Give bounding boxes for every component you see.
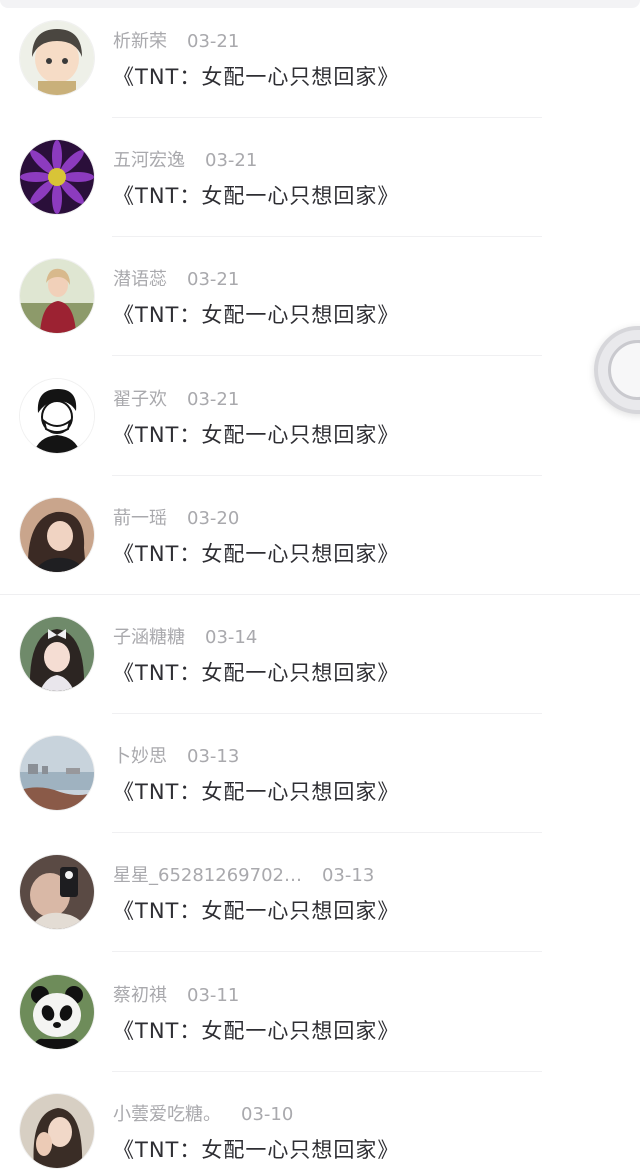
item-meta: 五河宏逸 03-21	[113, 149, 257, 173]
user-name[interactable]: 五河宏逸	[113, 150, 185, 171]
avatar[interactable]	[20, 497, 94, 572]
item-meta: 翟子欢 03-21	[113, 388, 239, 412]
girl-red-coat-avatar-icon	[20, 259, 94, 334]
panda-avatar-icon	[20, 974, 94, 1049]
item-meta: 葥一瑶 03-20	[113, 507, 239, 531]
book-title[interactable]: 《TNT：女配一心只想回家》	[113, 540, 399, 568]
user-name[interactable]: 翟子欢	[113, 389, 167, 410]
post-date: 03-13	[187, 746, 240, 768]
book-title[interactable]: 《TNT：女配一心只想回家》	[113, 182, 399, 210]
post-date: 03-11	[187, 984, 240, 1006]
avatar[interactable]	[20, 616, 94, 691]
list-item[interactable]: 小蕓爱吃糖。 03-10 《TNT：女配一心只想回家》	[0, 1073, 640, 1170]
list-item[interactable]: 葥一瑶 03-20 《TNT：女配一心只想回家》	[0, 477, 640, 596]
avatar[interactable]	[20, 974, 94, 1049]
item-meta: 子涵糖糖 03-14	[113, 626, 257, 650]
boy-anime-avatar-icon	[20, 21, 94, 95]
post-date: 03-21	[187, 388, 240, 410]
list-item[interactable]: 五河宏逸 03-21 《TNT：女配一心只想回家》	[0, 119, 640, 238]
user-name[interactable]: 子涵糖糖	[113, 627, 185, 648]
user-name[interactable]: 潜语蕊	[113, 269, 167, 290]
post-date: 03-20	[187, 507, 240, 529]
book-title[interactable]: 《TNT：女配一心只想回家》	[113, 778, 399, 806]
post-date: 03-21	[205, 150, 258, 172]
avatar[interactable]	[20, 21, 94, 95]
book-title[interactable]: 《TNT：女配一心只想回家》	[113, 421, 399, 449]
book-title[interactable]: 《TNT：女配一心只想回家》	[113, 659, 399, 687]
list-item[interactable]: 蔡初祺 03-11 《TNT：女配一心只想回家》	[0, 954, 640, 1073]
post-date: 03-14	[205, 626, 258, 648]
book-title[interactable]: 《TNT：女配一心只想回家》	[113, 301, 399, 329]
divider	[112, 712, 542, 714]
post-date: 03-13	[321, 865, 375, 887]
book-title[interactable]: 《TNT：女配一心只想回家》	[113, 897, 399, 925]
divider	[112, 474, 542, 476]
purple-flower-avatar-icon	[20, 140, 94, 215]
avatar[interactable]	[20, 855, 94, 930]
list-item[interactable]: 翟子欢 03-21 《TNT：女配一心只想回家》	[0, 358, 640, 477]
item-meta: 星星_65281269702… 03-13	[113, 864, 374, 888]
user-name[interactable]: 小蕓爱吃糖。	[113, 1104, 221, 1125]
avatar[interactable]	[20, 736, 94, 811]
avatar[interactable]	[20, 1093, 94, 1168]
item-meta: 小蕓爱吃糖。 03-10	[113, 1103, 293, 1127]
comment-list-page: 析新荣 03-21 《TNT：女配一心只想回家》 五河宏逸 03-21 《TNT…	[0, 0, 640, 1170]
divider	[0, 593, 640, 595]
book-title[interactable]: 《TNT：女配一心只想回家》	[113, 63, 399, 91]
item-meta: 潜语蕊 03-21	[113, 268, 239, 292]
seaside-avatar-icon	[20, 736, 94, 811]
girl-bow-avatar-icon	[20, 616, 94, 691]
avatar[interactable]	[20, 378, 94, 453]
selfie-avatar-icon	[20, 855, 94, 930]
post-date: 03-21	[187, 31, 240, 52]
divider	[112, 236, 542, 238]
smile-icon	[608, 340, 640, 400]
girl-portrait-avatar-icon	[20, 497, 94, 572]
user-name[interactable]: 析新荣	[113, 31, 167, 52]
masked-boy-avatar-icon	[20, 378, 94, 453]
user-name[interactable]: 蔡初祺	[113, 985, 167, 1006]
item-meta: 析新荣 03-21	[113, 30, 239, 54]
item-meta: 蔡初祺 03-11	[113, 984, 239, 1008]
avatar[interactable]	[20, 259, 94, 334]
avatar[interactable]	[20, 140, 94, 215]
book-title[interactable]: 《TNT：女配一心只想回家》	[113, 1136, 399, 1164]
divider	[112, 832, 542, 834]
user-name[interactable]: 葥一瑶	[113, 508, 167, 529]
post-date: 03-10	[241, 1103, 294, 1125]
list-item[interactable]: 子涵糖糖 03-14 《TNT：女配一心只想回家》	[0, 596, 640, 715]
user-name[interactable]: 星星_65281269702…	[113, 865, 302, 886]
divider	[112, 355, 542, 357]
list-item[interactable]: 潜语蕊 03-21 《TNT：女配一心只想回家》	[0, 238, 640, 357]
item-meta: 卜妙思 03-13	[113, 745, 239, 769]
user-list: 析新荣 03-21 《TNT：女配一心只想回家》 五河宏逸 03-21 《TNT…	[0, 0, 640, 1170]
divider	[112, 951, 542, 953]
book-title[interactable]: 《TNT：女配一心只想回家》	[113, 1017, 399, 1045]
list-item[interactable]: 析新荣 03-21 《TNT：女配一心只想回家》	[0, 0, 640, 119]
list-item[interactable]: 卜妙思 03-13 《TNT：女配一心只想回家》	[0, 715, 640, 834]
girl-hand-avatar-icon	[20, 1093, 94, 1168]
post-date: 03-21	[187, 269, 240, 291]
user-name[interactable]: 卜妙思	[113, 746, 167, 767]
divider	[112, 1070, 542, 1072]
divider	[112, 117, 542, 118]
list-item[interactable]: 星星_65281269702… 03-13 《TNT：女配一心只想回家》	[0, 834, 640, 953]
